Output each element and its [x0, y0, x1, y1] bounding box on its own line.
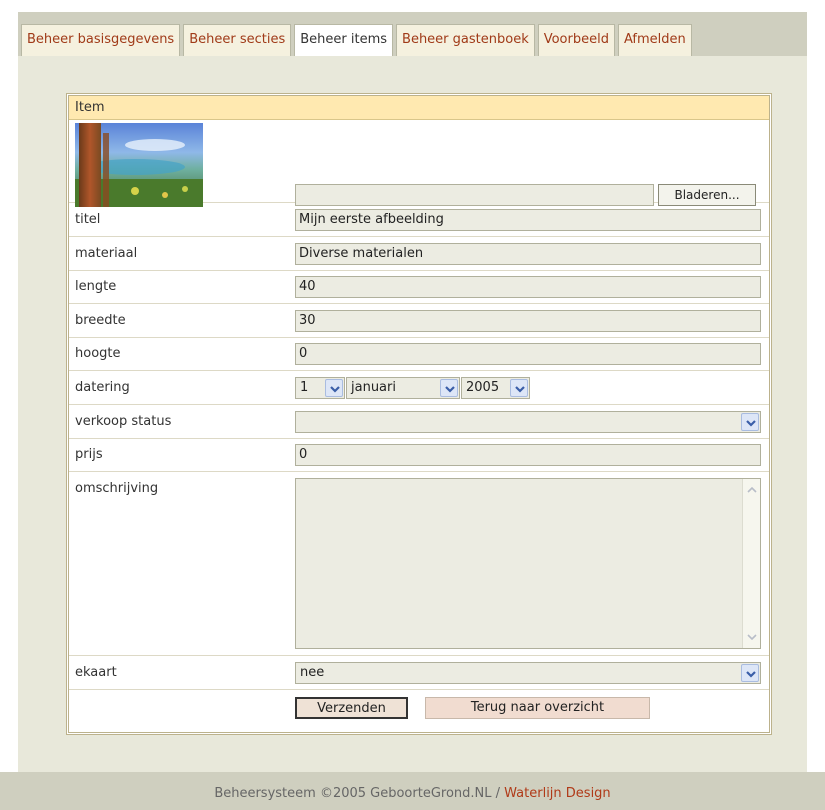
ekaart-row: ekaart nee: [69, 657, 769, 690]
tab-beheer-gastenboek[interactable]: Beheer gastenboek: [396, 24, 535, 56]
materiaal-label: materiaal: [75, 246, 138, 261]
tab-voorbeeld[interactable]: Voorbeeld: [537, 24, 615, 56]
lengte-row: lengte 40: [69, 271, 769, 304]
hoogte-input[interactable]: 0: [295, 343, 761, 365]
prijs-row: prijs 0: [69, 439, 769, 472]
chevron-down-icon: [741, 413, 759, 431]
datering-row: datering 1 januari 2005: [69, 372, 769, 405]
month-select[interactable]: januari: [346, 377, 460, 399]
prijs-input[interactable]: 0: [295, 444, 761, 466]
titel-label: titel: [75, 212, 101, 227]
scroll-up-icon[interactable]: [743, 481, 761, 499]
waterlijn-design-link[interactable]: Waterlijn Design: [504, 786, 611, 801]
ekaart-value: nee: [300, 665, 325, 680]
year-select[interactable]: 2005: [461, 377, 530, 399]
tab-bar: Beheer basisgegevens Beheer secties Behe…: [21, 24, 695, 57]
hoogte-row: hoogte 0: [69, 338, 769, 371]
omschrijving-label: omschrijving: [75, 481, 159, 496]
lengte-label: lengte: [75, 279, 117, 294]
day-value: 1: [300, 380, 309, 395]
terug-naar-overzicht-button[interactable]: Terug naar overzicht: [425, 697, 650, 719]
titel-row: titel Mijn eerste afbeelding: [69, 204, 769, 237]
ekaart-label: ekaart: [75, 665, 117, 680]
image-row: Bladeren...: [69, 120, 769, 207]
scroll-down-icon[interactable]: [743, 628, 761, 646]
breedte-input[interactable]: 30: [295, 310, 761, 332]
breedte-label: breedte: [75, 313, 126, 328]
chevron-down-icon: [440, 379, 458, 397]
chevron-down-icon: [741, 664, 759, 682]
lengte-input[interactable]: 40: [295, 276, 761, 298]
verzenden-button[interactable]: Verzenden: [295, 697, 408, 719]
month-value: januari: [351, 380, 396, 395]
form-header: Item: [69, 96, 769, 120]
titel-input[interactable]: Mijn eerste afbeelding: [295, 209, 761, 231]
footer-copyright: Beheersysteem ©2005 GeboorteGrond.NL /: [214, 786, 505, 801]
omschrijving-textarea[interactable]: [295, 478, 761, 649]
verkoop-status-select[interactable]: [295, 411, 761, 433]
tab-beheer-basisgegevens[interactable]: Beheer basisgegevens: [21, 24, 181, 56]
chevron-down-icon: [510, 379, 528, 397]
footer: Beheersysteem ©2005 GeboorteGrond.NL / W…: [0, 786, 825, 801]
breedte-row: breedte 30: [69, 305, 769, 338]
file-path-input[interactable]: [295, 184, 654, 206]
day-select[interactable]: 1: [295, 377, 345, 399]
item-form: Item Bladeren... titel Mijn eerste afbee…: [66, 93, 772, 735]
verkoop-status-label: verkoop status: [75, 414, 172, 429]
item-thumbnail-image: [75, 123, 203, 207]
tab-beheer-items[interactable]: Beheer items: [294, 24, 394, 57]
hoogte-label: hoogte: [75, 346, 121, 361]
ekaart-select[interactable]: nee: [295, 662, 761, 684]
prijs-label: prijs: [75, 447, 103, 462]
materiaal-input[interactable]: Diverse materialen: [295, 243, 761, 265]
verkoop-status-row: verkoop status: [69, 406, 769, 439]
textarea-scrollbar[interactable]: [742, 479, 760, 648]
omschrijving-row: omschrijving: [69, 473, 769, 656]
tab-beheer-secties[interactable]: Beheer secties: [183, 24, 292, 56]
tab-afmelden[interactable]: Afmelden: [617, 24, 692, 56]
materiaal-row: materiaal Diverse materialen: [69, 238, 769, 271]
browse-button[interactable]: Bladeren...: [658, 184, 756, 206]
year-value: 2005: [466, 380, 500, 395]
chevron-down-icon: [325, 379, 343, 397]
datering-label: datering: [75, 380, 130, 395]
content-panel: Item Bladeren... titel Mijn eerste afbee…: [18, 56, 807, 772]
button-row: Verzenden Terug naar overzicht: [69, 691, 769, 731]
